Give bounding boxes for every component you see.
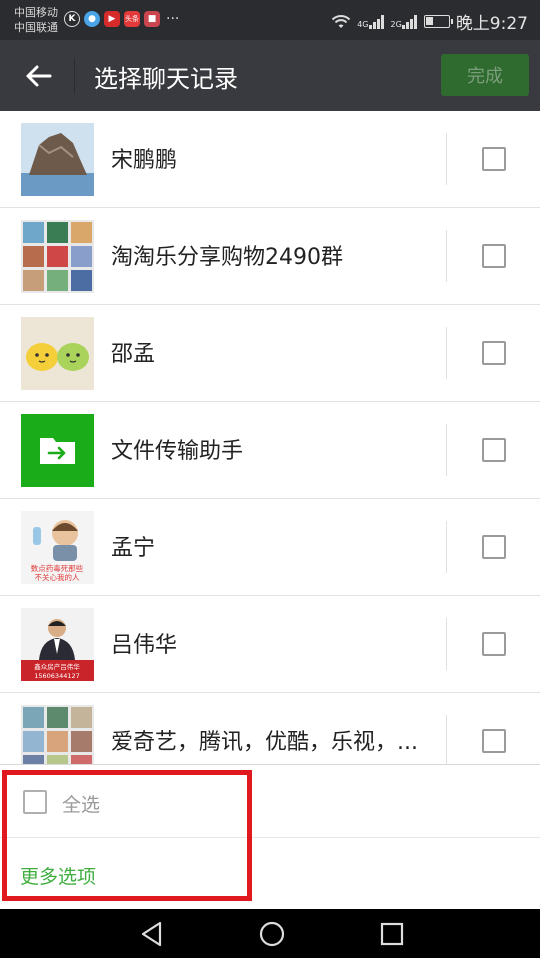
row-divider xyxy=(446,230,447,282)
list-item[interactable]: 宋鹏鹏 xyxy=(0,111,540,208)
chat-name: 文件传输助手 xyxy=(111,439,244,464)
row-divider xyxy=(446,521,447,573)
page-title: 选择聊天记录 xyxy=(94,65,238,93)
carrier-2: 中国联通 xyxy=(14,21,58,34)
cartoon-faces-avatar xyxy=(21,317,94,390)
done-button[interactable]: 完成 xyxy=(441,54,529,96)
businessman-avatar: 鑫众房产吕伟华 15606344127 xyxy=(21,608,94,681)
chat-checkbox[interactable] xyxy=(482,729,506,753)
browser-icon: ● xyxy=(84,11,100,27)
signal-icon xyxy=(368,14,384,29)
chat-name: 吕伟华 xyxy=(111,633,178,658)
nav-back-button[interactable] xyxy=(132,917,172,951)
nav-recents-button[interactable] xyxy=(372,917,412,951)
nav-home-button[interactable] xyxy=(252,917,292,951)
group-grid-avatar xyxy=(21,705,94,764)
status-bar: 中国移动 中国联通 K ● ▶ 头条 ■ ··· 4G 2G 晚上9:27 xyxy=(0,0,540,40)
chat-checkbox[interactable] xyxy=(482,341,506,365)
list-item[interactable]: 文件传输助手 xyxy=(0,402,540,499)
app-icon: ■ xyxy=(144,11,160,27)
title-divider xyxy=(74,58,75,94)
avatar-caption: 不关心我的人 xyxy=(35,572,80,582)
file-transfer-icon xyxy=(21,414,94,487)
title-bar: 选择聊天记录 完成 xyxy=(0,40,540,111)
chat-checkbox[interactable] xyxy=(482,147,506,171)
chat-name: 爱奇艺，腾讯，优酷，乐视，... xyxy=(111,730,418,755)
list-item[interactable]: 淘淘乐分享购物2490群 xyxy=(0,208,540,305)
row-divider xyxy=(446,715,447,764)
chat-checkbox[interactable] xyxy=(482,244,506,268)
square-recents-icon xyxy=(380,922,404,946)
chat-checkbox[interactable] xyxy=(482,632,506,656)
more-options-link[interactable]: 更多选项 xyxy=(20,862,96,889)
status-right: 4G 2G 晚上9:27 xyxy=(331,9,528,34)
toutiao-icon: 头条 xyxy=(124,11,140,27)
chat-checkbox[interactable] xyxy=(482,535,506,559)
list-item[interactable]: 鑫众房产吕伟华 15606344127 吕伟华 xyxy=(0,596,540,693)
row-divider xyxy=(446,618,447,670)
signal-icon xyxy=(401,14,417,29)
chat-name: 淘淘乐分享购物2490群 xyxy=(111,245,343,270)
cartoon-doctor-avatar: 数点药毒死那些 不关心我的人 xyxy=(21,511,94,584)
more-notifications: ··· xyxy=(166,11,180,27)
battery-icon xyxy=(423,15,453,28)
carrier-1: 中国移动 xyxy=(14,6,58,19)
chat-checkbox[interactable] xyxy=(482,438,506,462)
list-item[interactable]: 爱奇艺，腾讯，优酷，乐视，... xyxy=(0,693,540,764)
panel-divider xyxy=(0,837,540,838)
list-item[interactable]: 数点药毒死那些 不关心我的人 孟宁 xyxy=(0,499,540,596)
chat-name: 孟宁 xyxy=(111,536,156,561)
landscape-rock-avatar xyxy=(21,123,94,196)
chat-name: 邵孟 xyxy=(111,342,156,367)
row-divider xyxy=(446,327,447,379)
wifi-icon xyxy=(332,14,351,28)
select-all-label: 全选 xyxy=(62,794,101,816)
k-icon: K xyxy=(64,11,80,27)
chat-list: 宋鹏鹏 淘淘乐分享购物2490群 邵孟 文件传输助手 数点药毒死那些 不关心我的… xyxy=(0,111,540,764)
circle-home-icon xyxy=(259,921,285,947)
clock: 晚上9:27 xyxy=(455,14,528,34)
bottom-panel: 全选 更多选项 xyxy=(0,764,540,909)
chat-name: 宋鹏鹏 xyxy=(111,148,178,173)
select-all-checkbox[interactable] xyxy=(23,790,47,814)
notification-icons: K ● ▶ 头条 ■ ··· xyxy=(64,11,179,27)
list-item[interactable]: 邵孟 xyxy=(0,305,540,402)
avatar-caption: 鑫众房产吕伟华 xyxy=(34,662,80,671)
video-icon: ▶ xyxy=(104,11,120,27)
triangle-back-icon xyxy=(141,921,162,947)
signal-2g: 2G xyxy=(391,14,418,29)
signal-4g: 4G xyxy=(357,14,384,29)
carrier-info: 中国移动 中国联通 xyxy=(14,5,58,35)
avatar-caption: 数点药毒死那些 xyxy=(31,563,84,573)
row-divider xyxy=(446,424,447,476)
row-divider xyxy=(446,133,447,185)
select-all-row[interactable]: 全选 xyxy=(0,765,540,837)
back-button[interactable] xyxy=(16,54,60,98)
group-grid-avatar xyxy=(21,220,94,293)
back-arrow-icon xyxy=(26,65,52,87)
avatar-caption: 15606344127 xyxy=(34,672,80,680)
nav-bar xyxy=(0,909,540,958)
